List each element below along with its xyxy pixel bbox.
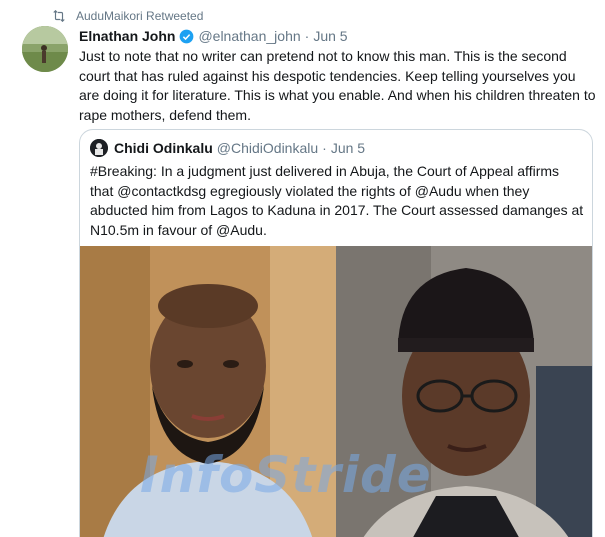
- tweet-header: Elnathan John @elnathan_john · Jun 5: [79, 26, 348, 46]
- quote-text: #Breaking: In a judgment just delivered …: [90, 163, 584, 238]
- media-watermark: InfoStride: [140, 446, 432, 504]
- quote-avatar: [90, 139, 108, 157]
- tweet-date[interactable]: Jun 5: [313, 28, 347, 44]
- separator-dot: ·: [304, 28, 310, 44]
- quote-separator-dot: ·: [322, 140, 327, 156]
- verified-badge-icon: [180, 29, 194, 43]
- avatar[interactable]: [22, 26, 68, 72]
- quote-date: Jun 5: [330, 140, 366, 156]
- quote-header: Chidi Odinkalu @ChidiOdinkalu · Jun 5: [90, 138, 365, 158]
- quote-author-name: Chidi Odinkalu: [114, 140, 213, 156]
- retweet-context: AuduMaikori Retweeted: [52, 8, 203, 24]
- retweet-label[interactable]: AuduMaikori Retweeted: [76, 9, 203, 23]
- quoted-tweet[interactable]: Chidi Odinkalu @ChidiOdinkalu · Jun 5 #B…: [79, 129, 593, 537]
- avatar-image: [22, 26, 68, 72]
- tweet[interactable]: AuduMaikori Retweeted Elnathan John @eln…: [0, 0, 605, 537]
- quote-media[interactable]: InfoStride: [80, 246, 592, 537]
- tweet-text: Just to note that no writer can pretend …: [79, 48, 596, 123]
- author-handle[interactable]: @elnathan_john: [198, 28, 300, 44]
- quote-author-handle: @ChidiOdinkalu: [216, 140, 319, 156]
- retweet-icon: [53, 10, 65, 22]
- author-name[interactable]: Elnathan John: [79, 28, 175, 44]
